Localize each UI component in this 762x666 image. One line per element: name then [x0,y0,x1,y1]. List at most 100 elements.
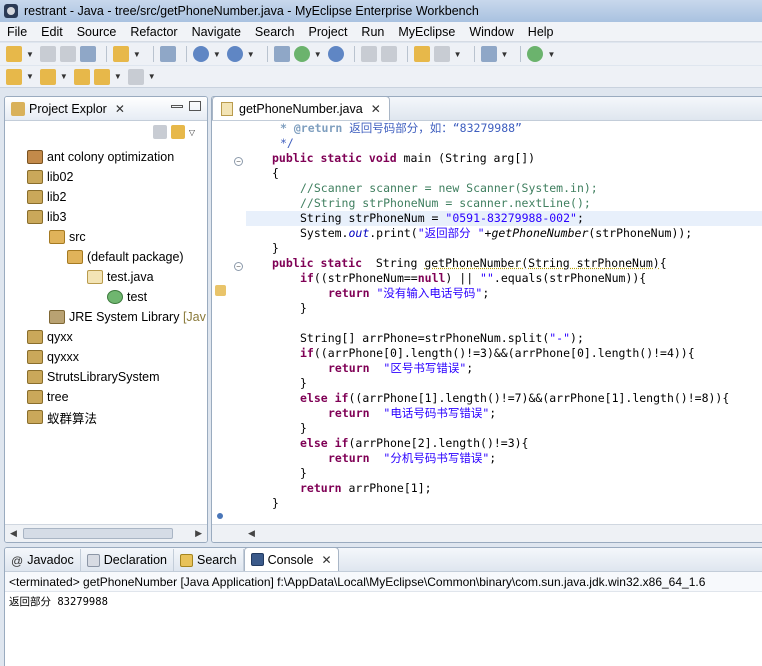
previous-annotation-icon[interactable] [39,68,56,85]
refresh-icon[interactable] [360,46,377,62]
tree-item-test-java[interactable]: test.java [87,267,154,287]
debug-icon[interactable] [527,46,544,62]
globe-dropdown-icon[interactable]: ▼ [454,50,462,59]
scrollbar-thumb[interactable] [23,528,173,539]
code-area[interactable]: * @return 返回号码部分，如：“83279988” */ public … [246,121,762,521]
code-line: else if((arrPhone[1].length()!=7)&&(arrP… [246,391,762,406]
horizontal-scrollbar[interactable]: ◀ ▶ [5,524,207,542]
fold-toggle-icon[interactable]: − [234,157,243,166]
javadoc-text: 返回号码部分，如：“83279988” [349,121,522,135]
maximize-icon[interactable] [189,101,201,111]
forward-dropdown-icon[interactable]: ▼ [148,72,156,81]
menu-window[interactable]: Window [462,22,520,42]
server-icon[interactable] [159,46,176,62]
run-icon[interactable] [293,46,310,62]
minimize-icon[interactable] [171,105,183,108]
tree-item-qyxx[interactable]: qyxx [27,327,73,347]
camera-icon[interactable] [480,46,497,62]
console-output[interactable]: 返回部分 83279988 [5,592,762,611]
new-dropdown-icon[interactable]: ▼ [26,50,34,59]
browser-icon[interactable] [327,46,344,62]
window-title: restrant - Java - tree/src/getPhoneNumbe… [24,4,479,18]
tree-item-label: lib02 [47,170,74,184]
close-icon[interactable]: ✕ [115,102,125,116]
back-dropdown-icon[interactable]: ▼ [114,72,122,81]
tab-declaration[interactable]: Declaration [81,549,174,571]
code-line: { [272,166,279,180]
title-bar: restrant - Java - tree/src/getPhoneNumbe… [0,0,762,22]
scroll-left-icon[interactable]: ◀ [10,528,17,539]
tree-item-lib3[interactable]: lib3 [27,207,66,227]
tree-item-src[interactable]: src [49,227,86,247]
tree-item-qyxxx[interactable]: qyxxx [27,347,79,367]
deploy-icon[interactable] [192,46,209,62]
code-line-current: String strPhoneNum = "0591-83279988-002"… [246,211,762,226]
menu-source[interactable]: Source [70,22,124,42]
run-server-icon[interactable] [226,46,243,62]
tree-item-strutslibrarysystem[interactable]: StrutsLibrarySystem [27,367,160,387]
open-type-icon[interactable] [112,46,129,62]
print-icon[interactable] [79,46,96,62]
code-text: ; [576,211,584,225]
debug-dropdown-icon[interactable]: ▼ [547,50,555,59]
scroll-right-icon[interactable]: ▶ [195,528,202,539]
tree-item-default-package[interactable]: (default package) [67,247,184,267]
web-icon[interactable] [273,46,290,62]
link-with-editor-icon[interactable] [170,125,185,139]
deploy-dropdown-icon[interactable]: ▼ [213,50,221,59]
tree-item-tree[interactable]: tree [27,387,69,407]
menu-help[interactable]: Help [521,22,561,42]
save-all-icon[interactable] [59,46,76,62]
run-dropdown-icon[interactable]: ▼ [314,50,322,59]
forward-icon[interactable] [127,68,144,85]
link-icon[interactable] [380,46,397,62]
menu-myeclipse[interactable]: MyEclipse [391,22,462,42]
tree-item-ant-colony[interactable]: ant colony optimization [27,147,174,167]
close-icon[interactable]: ✕ [371,102,381,116]
tab-javadoc[interactable]: @ Javadoc [5,549,81,571]
collapse-all-icon[interactable] [152,125,167,139]
scroll-left-icon[interactable]: ◀ [248,528,255,539]
save-icon[interactable] [39,46,56,62]
open-perspective-icon[interactable] [413,46,430,62]
tree-item-label: 蚁群算法 [47,411,98,426]
code-text: ); [570,331,584,345]
new-icon[interactable] [6,46,22,62]
tab-search[interactable]: Search [174,549,244,571]
back-icon[interactable] [93,68,110,85]
run-server-dropdown-icon[interactable]: ▼ [247,50,255,59]
menu-refactor[interactable]: Refactor [123,22,184,42]
next-annotation-dropdown-icon[interactable]: ▼ [26,72,34,81]
tree-item-ant-algorithm[interactable]: 蚁群算法 [27,407,97,427]
code-text: (strPhoneNum)); [588,226,693,240]
view-menu-icon[interactable]: ▽ [189,128,195,137]
menu-project[interactable]: Project [302,22,355,42]
tree-item-jre-library[interactable]: JRE System Library [Jav [49,307,206,327]
globe-icon[interactable] [433,46,450,62]
menu-navigate[interactable]: Navigate [185,22,248,42]
camera-dropdown-icon[interactable]: ▼ [501,50,509,59]
previous-annotation-dropdown-icon[interactable]: ▼ [60,72,68,81]
next-annotation-icon[interactable] [6,68,22,85]
tree-item-lib02[interactable]: lib02 [27,167,73,187]
menu-edit[interactable]: Edit [34,22,70,42]
at-icon: @ [11,553,24,568]
last-edit-location-icon[interactable] [73,68,90,85]
search-icon [179,553,193,567]
code-text: ((arrPhone[0].length()!=3)&&(arrPhone[0]… [313,346,695,360]
tab-getphonenumber-java[interactable]: getPhoneNumber.java ✕ [212,97,390,120]
menu-file[interactable]: File [0,22,34,42]
code-line: System.out.print("返回部分 "+getPhoneNumber(… [246,226,762,241]
tree-item-test-class[interactable]: test [107,287,147,307]
menu-run[interactable]: Run [354,22,391,42]
fold-toggle-icon[interactable]: − [234,262,243,271]
keyword: public static void [272,151,397,165]
tab-package-explorer[interactable]: Project Explor ✕ [5,97,131,121]
tree-item-lib2[interactable]: lib2 [27,187,66,207]
menu-search[interactable]: Search [248,22,302,42]
open-type-dropdown-icon[interactable]: ▼ [133,50,141,59]
close-icon[interactable]: ✕ [321,553,331,567]
editor-horizontal-scrollbar[interactable]: ◀ [212,524,762,542]
tab-console[interactable]: Console ✕ [243,548,339,571]
